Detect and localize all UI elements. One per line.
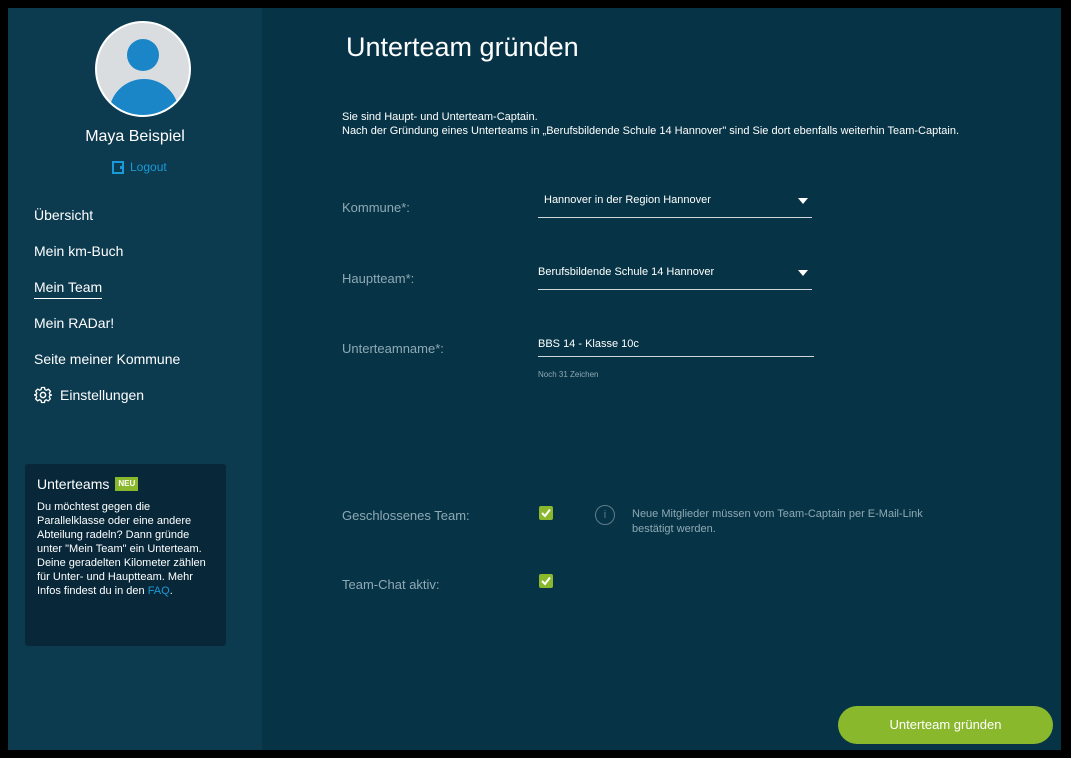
geschlossenes-team-info: Neue Mitglieder müssen vom Team-Captain … — [632, 508, 923, 535]
intro-line-1: Sie sind Haupt- und Unterteam-Captain. — [342, 111, 538, 123]
hauptteam-select[interactable]: Berufsbildende Schule 14 Hannover — [538, 263, 812, 290]
sidebar-item-radar[interactable]: Mein RADar! — [34, 314, 180, 350]
sidebar-item-label: Einstellungen — [60, 387, 145, 403]
info-box-suffix: . — [169, 585, 173, 597]
info-box-text: Du möchtest gegen die Parallelklasse ode… — [37, 500, 214, 598]
sidebar-item-label: Mein km-Buch — [34, 243, 124, 259]
geschlossenes-team-label: Geschlossenes Team: — [342, 508, 470, 523]
page-title: Unterteam gründen — [346, 32, 579, 62]
geschlossenes-team-checkbox[interactable] — [539, 506, 553, 520]
checkmark-icon — [541, 576, 551, 586]
info-icon: i — [595, 505, 615, 525]
sidebar-item-label: Mein RADar! — [34, 315, 115, 331]
avatar-icon[interactable] — [95, 21, 191, 117]
team-chat-label: Team-Chat aktiv: — [342, 577, 440, 592]
unterteams-info-box: Unterteams NEU Du möchtest gegen die Par… — [25, 464, 226, 646]
sidebar-item-label: Seite meiner Kommune — [34, 351, 181, 367]
sidebar-item-einstellungen[interactable]: Einstellungen — [34, 386, 180, 422]
user-name: Maya Beispiel — [85, 128, 185, 145]
unterteamname-value: BBS 14 - Klasse 10c — [538, 338, 639, 350]
avatar-head — [127, 39, 159, 71]
team-chat-checkbox[interactable] — [539, 574, 553, 588]
hauptteam-value: Berufsbildende Schule 14 Hannover — [538, 266, 715, 278]
logout-label: Logout — [130, 160, 167, 174]
faq-link[interactable]: FAQ — [148, 585, 170, 597]
sidebar-item-label: Übersicht — [34, 207, 94, 223]
app-frame: Maya Beispiel Logout Übersicht Mein km-B… — [8, 8, 1061, 750]
char-count-hint: Noch 31 Zeichen — [538, 370, 599, 379]
sidebar-item-uebersicht[interactable]: Übersicht — [34, 206, 180, 242]
checkmark-icon — [541, 508, 551, 518]
kommune-label: Kommune*: — [342, 200, 410, 215]
sidebar-nav: Übersicht Mein km-Buch Mein Team Mein RA… — [34, 206, 180, 422]
intro-line-2: Nach der Gründung eines Unterteams in „B… — [342, 125, 959, 137]
hauptteam-label: Hauptteam*: — [342, 271, 415, 286]
sidebar: Maya Beispiel Logout Übersicht Mein km-B… — [8, 8, 262, 750]
logout-icon — [112, 160, 124, 174]
new-badge: NEU — [115, 477, 139, 491]
unterteam-gruenden-button[interactable]: Unterteam gründen — [838, 706, 1053, 744]
sidebar-item-mein-team[interactable]: Mein Team — [34, 278, 180, 314]
unterteamname-label: Unterteamname*: — [342, 341, 444, 356]
gear-icon — [34, 386, 52, 404]
info-box-body: Du möchtest gegen die Parallelklasse ode… — [37, 501, 206, 597]
kommune-value: Hannover in der Region Hannover — [544, 194, 711, 206]
logout-link[interactable]: Logout — [112, 160, 167, 174]
sidebar-item-label: Mein Team — [34, 279, 103, 299]
sidebar-item-km-buch[interactable]: Mein km-Buch — [34, 242, 180, 278]
info-box-title: Unterteams NEU — [37, 476, 214, 492]
info-box-title-text: Unterteams — [37, 476, 110, 492]
chevron-down-icon — [798, 270, 808, 276]
chevron-down-icon — [798, 198, 808, 204]
sidebar-item-kommune[interactable]: Seite meiner Kommune — [34, 350, 180, 386]
kommune-select[interactable]: Hannover in der Region Hannover — [538, 191, 812, 218]
intro-text: Sie sind Haupt- und Unterteam-Captain. N… — [342, 110, 959, 138]
unterteamname-input[interactable]: BBS 14 - Klasse 10c — [538, 335, 814, 357]
avatar-body — [109, 79, 179, 115]
main-content: Unterteam gründen Sie sind Haupt- und Un… — [262, 8, 1061, 750]
